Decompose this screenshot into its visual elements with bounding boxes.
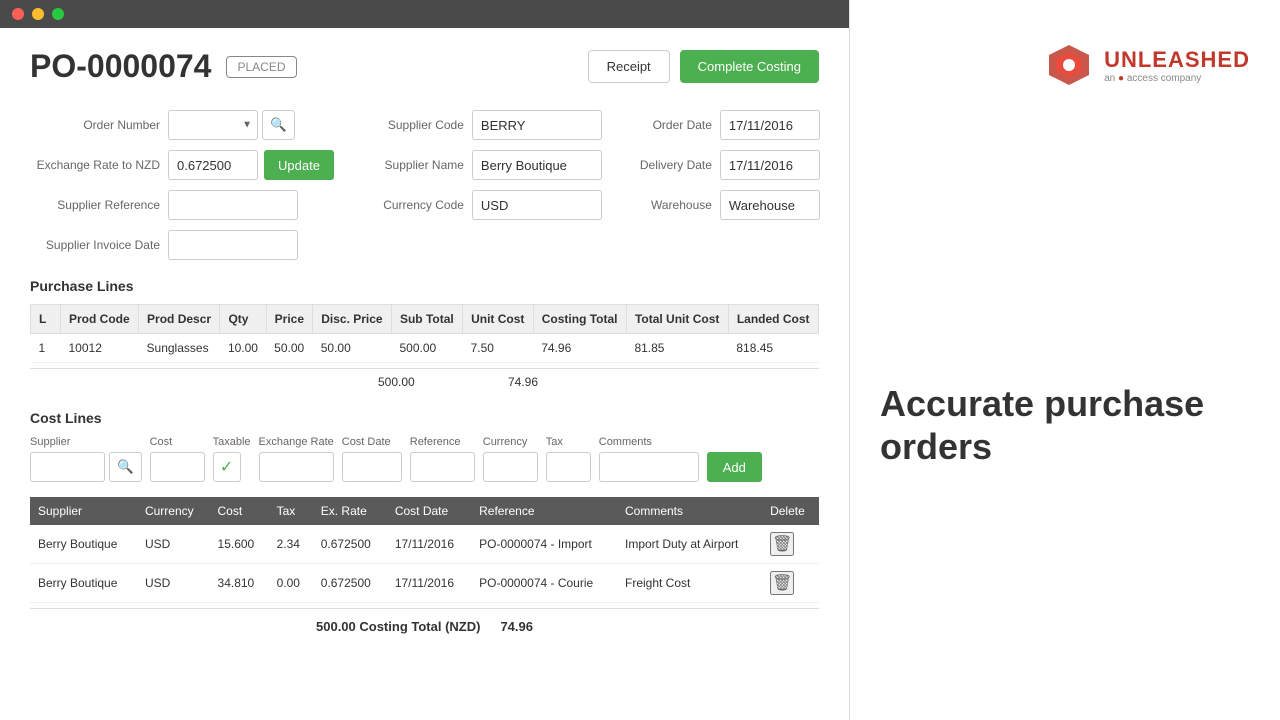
cost-supplier-label: Supplier [30,436,142,448]
logo-access: ● [1118,73,1124,84]
order-number-label: Order Number [30,118,160,132]
col-landed-cost: Landed Cost [728,305,818,334]
cost-col-supplier: Supplier [30,497,137,525]
supplier-invoice-label: Supplier Invoice Date [30,238,160,252]
currency-code-input[interactable] [472,190,602,220]
col-qty: Qty [220,305,266,334]
warehouse-input[interactable] [720,190,820,220]
warehouse-label: Warehouse [622,198,712,212]
supplier-ref-input[interactable] [168,190,298,220]
page-header: PO-0000074 PLACED Receipt Complete Costi… [30,48,819,85]
cost-col-comments: Comments [617,497,762,525]
cost-lines-form: Supplier 🔍 Cost Taxable ✓ [30,436,819,482]
tax-label: Tax [546,436,591,448]
supplier-name-label: Supplier Name [354,158,464,172]
exchange-rate-cost-label: Exchange Rate [259,436,334,448]
order-date-input[interactable] [720,110,820,140]
col-total-unit-cost: Total Unit Cost [626,305,728,334]
cost-date-input[interactable] [342,452,402,482]
currency-label: Currency [483,436,538,448]
exchange-rate-input[interactable] [168,150,258,180]
cost-col-cost-date: Cost Date [387,497,471,525]
complete-costing-button[interactable]: Complete Costing [680,50,819,83]
cost-supplier-input[interactable] [30,452,105,482]
col-costing-total: Costing Total [533,305,626,334]
comments-input[interactable] [599,452,699,482]
supplier-code-label: Supplier Code [354,118,464,132]
taxable-label: Taxable [213,436,251,448]
footer-costing: 74.96 [508,375,578,389]
cost-row: Berry Boutique USD 15.600 2.34 0.672500 … [30,525,819,564]
order-search-button[interactable]: 🔍 [262,110,295,140]
reference-input[interactable] [410,452,475,482]
cost-col-reference: Reference [471,497,617,525]
purchase-lines-table: L Prod Code Prod Descr Qty Price Disc. P… [30,304,819,363]
costing-total-text: 500.00 Costing Total (NZD) [316,619,480,634]
po-title: PO-0000074 [30,48,211,85]
cost-col-delete: Delete [762,497,819,525]
col-prod-descr: Prod Descr [139,305,220,334]
supplier-code-input[interactable] [472,110,602,140]
minimize-dot[interactable] [32,8,44,20]
maximize-dot[interactable] [52,8,64,20]
logo-sub: an ● access company [1104,73,1250,84]
cost-date-label: Cost Date [342,436,402,448]
title-bar [0,0,849,28]
col-sub-total: Sub Total [391,305,462,334]
delete-row-2-button[interactable]: 🗑 [770,571,794,595]
purchase-lines-title: Purchase Lines [30,278,819,294]
cost-supplier-search[interactable]: 🔍 [109,452,142,482]
unleashed-logo-icon [1044,40,1094,90]
delete-row-1-button[interactable]: 🗑 [770,532,794,556]
currency-input[interactable] [483,452,538,482]
delivery-date-label: Delivery Date [622,158,712,172]
comments-label: Comments [599,436,699,448]
col-price: Price [266,305,313,334]
taxable-checkbox[interactable]: ✓ [213,452,241,482]
logo-area: UNLEASHED an ● access company [880,40,1250,90]
logo-text: UNLEASHED an ● access company [1104,47,1250,84]
receipt-button[interactable]: Receipt [588,50,670,83]
add-button[interactable]: Add [707,452,762,482]
order-date-label: Order Date [622,118,712,132]
cost-lines-title: Cost Lines [30,410,819,426]
costing-total-value: 74.96 [500,619,533,634]
table-row: 1 10012 Sunglasses 10.00 50.00 50.00 500… [31,334,819,363]
costing-footer: 500.00 Costing Total (NZD) 74.96 [30,608,819,644]
tax-input[interactable] [546,452,591,482]
search-icon: 🔍 [270,117,287,132]
exchange-rate-cost-input[interactable] [259,452,334,482]
footer-subtotal: 500.00 [378,375,443,389]
checkmark-icon: ✓ [220,457,233,477]
cost-row: Berry Boutique USD 34.810 0.00 0.672500 … [30,564,819,603]
delivery-date-input[interactable] [720,150,820,180]
cost-col-cost: Cost [210,497,269,525]
cost-col-tax: Tax [269,497,313,525]
cost-input[interactable] [150,452,205,482]
col-unit-cost: Unit Cost [463,305,534,334]
supplier-ref-label: Supplier Reference [30,198,160,212]
col-l: L [31,305,61,334]
order-number-select[interactable] [168,110,258,140]
exchange-rate-label: Exchange Rate to NZD [30,158,160,172]
currency-code-label: Currency Code [354,198,464,212]
promo-text: Accurate purchase orders [880,382,1250,468]
col-disc-price: Disc. Price [313,305,392,334]
cost-col-ex-rate: Ex. Rate [313,497,387,525]
right-panel: UNLEASHED an ● access company Accurate p… [850,0,1280,720]
supplier-invoice-input[interactable] [168,230,298,260]
cost-col-currency: Currency [137,497,210,525]
logo-unleashed: UNLEASHED [1104,47,1250,73]
close-dot[interactable] [12,8,24,20]
cost-label: Cost [150,436,205,448]
update-button[interactable]: Update [264,150,334,180]
col-prod-code: Prod Code [61,305,139,334]
cost-lines-table: Supplier Currency Cost Tax Ex. Rate Cost… [30,497,819,603]
supplier-name-input[interactable] [472,150,602,180]
reference-label: Reference [410,436,475,448]
search-icon: 🔍 [117,459,134,474]
status-badge: PLACED [226,56,296,78]
